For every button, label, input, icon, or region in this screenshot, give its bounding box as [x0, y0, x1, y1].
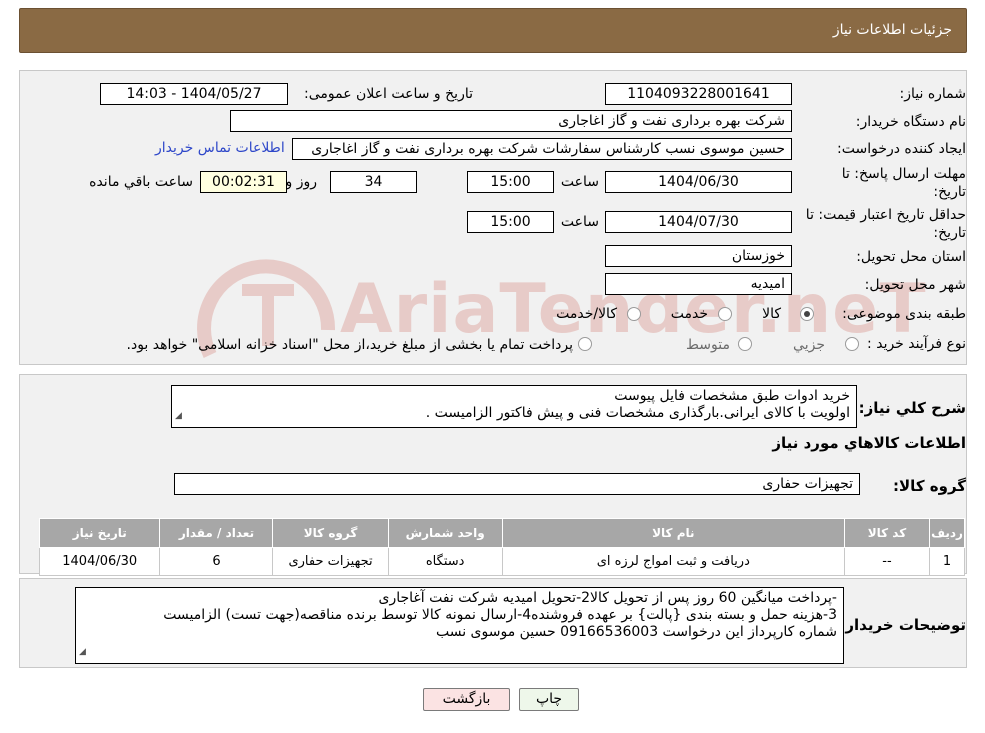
creator-field[interactable]: حسین موسوی نسب کارشناس سفارشات شرکت بهره… [292, 138, 792, 160]
table-header-row: رديف کد کالا نام کالا واحد شمارش گروه کا… [38, 518, 965, 548]
remaining-time-label: ساعت باقي مانده [89, 174, 193, 190]
buyer-org-field[interactable]: شرکت بهره برداری نفت و گاز اغاجاری [230, 110, 792, 132]
col-name: نام کالا [501, 518, 845, 548]
buyer-contact-link[interactable]: اطلاعات تماس خریدار [155, 140, 285, 156]
category-label: طبقه بندی موضوعی: [842, 306, 966, 322]
announce-label: تاریخ و ساعت اعلان عمومی: [304, 86, 473, 102]
deadline-label: مهلت ارسال پاسخ: تا [841, 166, 966, 182]
buyer-notes-line-3: شماره کارپرداز این درخواست 09166536003 ح… [435, 624, 837, 640]
col-group: گروه کالا [272, 518, 389, 548]
buyer-org-label: نام دستگاه خریدار: [855, 114, 966, 130]
goods-table: رديف کد کالا نام کالا واحد شمارش گروه کا… [38, 518, 965, 576]
col-date: تاريخ نياز [38, 518, 161, 548]
process-radio-treasury[interactable] [578, 337, 592, 351]
deadline-label-2: تاریخ: [933, 184, 966, 200]
validity-label-2: تاریخ: [933, 225, 966, 241]
deadline-time-label: ساعت [560, 174, 599, 190]
deadline-date-field[interactable]: 1404/06/30 [605, 171, 792, 193]
resize-grip-icon[interactable]: ◢ [79, 644, 86, 661]
description-line-2: اولویت با کالای ایرانی.بارگذاری مشخصات ف… [425, 405, 850, 421]
goods-section-title: اطلاعات کالاهاي مورد نياز [772, 434, 966, 452]
cell-code: -- [843, 547, 931, 576]
deadline-time-field[interactable]: 15:00 [467, 171, 554, 193]
goods-group-label: گروه کالا: [893, 477, 966, 495]
goods-table-wrapper: رديف کد کالا نام کالا واحد شمارش گروه کا… [38, 518, 965, 576]
province-field[interactable]: خوزستان [605, 245, 792, 267]
validity-time-label: ساعت [560, 214, 599, 230]
days-field[interactable]: 34 [330, 171, 417, 193]
buyer-notes-textarea[interactable]: -پرداخت میانگین 60 روز پس از تحویل کالا2… [75, 587, 844, 664]
col-row: رديف [929, 518, 965, 548]
category-option-service: خدمت [670, 306, 708, 322]
validity-label: حداقل تاریخ اعتبار قیمت: تا [805, 207, 966, 223]
process-option-small: جزيي [793, 337, 825, 353]
creator-label: ایجاد کننده درخواست: [837, 141, 966, 157]
category-option-goods: کالا [762, 306, 781, 322]
print-button[interactable]: چاپ [519, 688, 579, 711]
city-field[interactable]: امیدیه [605, 273, 792, 295]
category-radio-goods[interactable] [800, 307, 814, 321]
process-radio-small[interactable] [845, 337, 859, 351]
validity-time-field[interactable]: 15:00 [467, 211, 554, 233]
need-number-field[interactable]: 1104093228001641 [605, 83, 792, 105]
category-radio-service[interactable] [718, 307, 732, 321]
announce-field[interactable]: 1404/05/27 - 14:03 [100, 83, 288, 105]
process-label: نوع فرآیند خرید : [867, 336, 966, 352]
cell-name: دریافت و ثبت امواج لرزه ای [501, 547, 845, 576]
table-row[interactable]: 1 -- دریافت و ثبت امواج لرزه ای دستگاه ت… [38, 547, 965, 576]
description-line-1: خرید ادوات طبق مشخصات فایل پیوست [614, 388, 850, 404]
process-note: پرداخت تمام یا بخشی از مبلغ خرید،از محل … [126, 337, 573, 353]
resize-grip-icon[interactable]: ◢ [175, 408, 182, 425]
remaining-time-field: 00:02:31 [200, 171, 287, 193]
process-radio-medium[interactable] [738, 337, 752, 351]
page-header: جزئیات اطلاعات نیاز [19, 8, 967, 53]
cell-date: 1404/06/30 [38, 547, 161, 576]
validity-date-field[interactable]: 1404/07/30 [605, 211, 792, 233]
col-qty: تعداد / مقدار [159, 518, 274, 548]
col-unit: واحد شمارش [387, 518, 503, 548]
category-radio-goods-service[interactable] [627, 307, 641, 321]
buyer-notes-line-2: 3-هزینه حمل و بسته بندی {پالت} بر عهده ف… [163, 607, 837, 623]
col-code: کد کالا [843, 518, 931, 548]
buyer-notes-label: توضيحات خريدار: [839, 616, 966, 634]
description-textarea[interactable]: خرید ادوات طبق مشخصات فایل پیوست اولویت … [171, 385, 857, 428]
province-label: استان محل تحویل: [856, 249, 966, 265]
goods-group-field[interactable]: تجهیزات حفاری [174, 473, 860, 495]
city-label: شهر محل تحویل: [864, 277, 966, 293]
process-option-medium: متوسط [686, 337, 730, 353]
page-title: جزئیات اطلاعات نیاز [832, 22, 952, 38]
buyer-notes-line-1: -پرداخت میانگین 60 روز پس از تحویل کالا2… [378, 590, 837, 606]
cell-group: تجهیزات حفاری [272, 547, 389, 576]
category-option-goods-service: کالا/خدمت [556, 306, 617, 322]
description-label: شرح کلي نياز: [858, 399, 966, 417]
cell-row: 1 [929, 547, 965, 576]
cell-unit: دستگاه [387, 547, 503, 576]
cell-qty: 6 [159, 547, 274, 576]
days-label: روز و [285, 174, 318, 190]
back-button[interactable]: بازگشت [423, 688, 510, 711]
need-number-label: شماره نیاز: [899, 86, 967, 102]
